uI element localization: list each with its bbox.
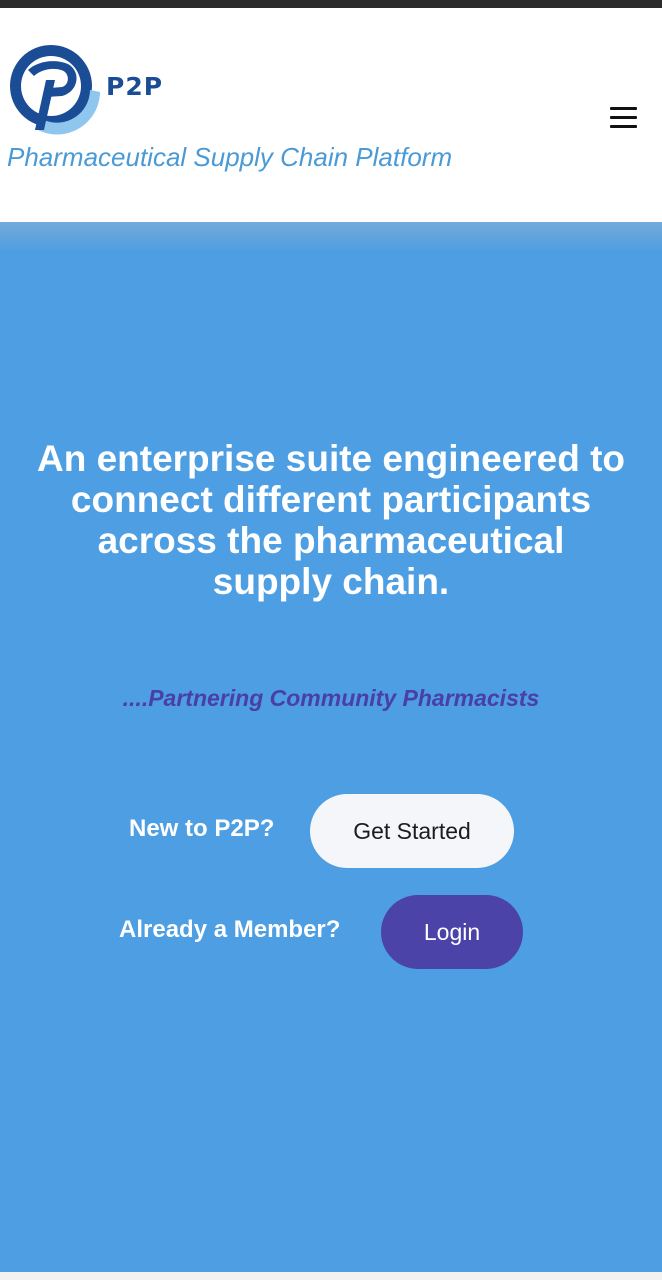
menu-line-bottom (610, 125, 637, 128)
hero-slogan: ....Partnering Community Pharmacists (122, 685, 540, 711)
headline-line: An enterprise suite engineered to (36, 438, 626, 479)
p2p-logo-icon (10, 45, 100, 135)
get-started-button[interactable]: Get Started (310, 794, 514, 868)
menu-line-top (610, 107, 637, 110)
header-shadow (0, 222, 662, 252)
new-user-prompt: New to P2P? (129, 815, 275, 842)
site-header: P2P Pharmaceutical Supply Chain Platform (0, 8, 662, 222)
hamburger-menu-icon[interactable] (604, 104, 642, 132)
tagline: Pharmaceutical Supply Chain Platform (7, 142, 453, 172)
headline-line: supply chain. (212, 561, 450, 602)
headline-line: connect different participants (70, 479, 592, 520)
hero-headline: An enterprise suite engineered to connec… (0, 438, 662, 602)
bottom-strip (0, 1272, 662, 1280)
hero-section (0, 222, 662, 1272)
member-prompt: Already a Member? (119, 916, 341, 943)
brand-name: P2P (106, 72, 164, 101)
headline-line: across the pharmaceutical (97, 520, 565, 561)
top-status-strip (0, 0, 662, 8)
menu-line-middle (610, 116, 637, 119)
login-button[interactable]: Login (381, 895, 523, 969)
